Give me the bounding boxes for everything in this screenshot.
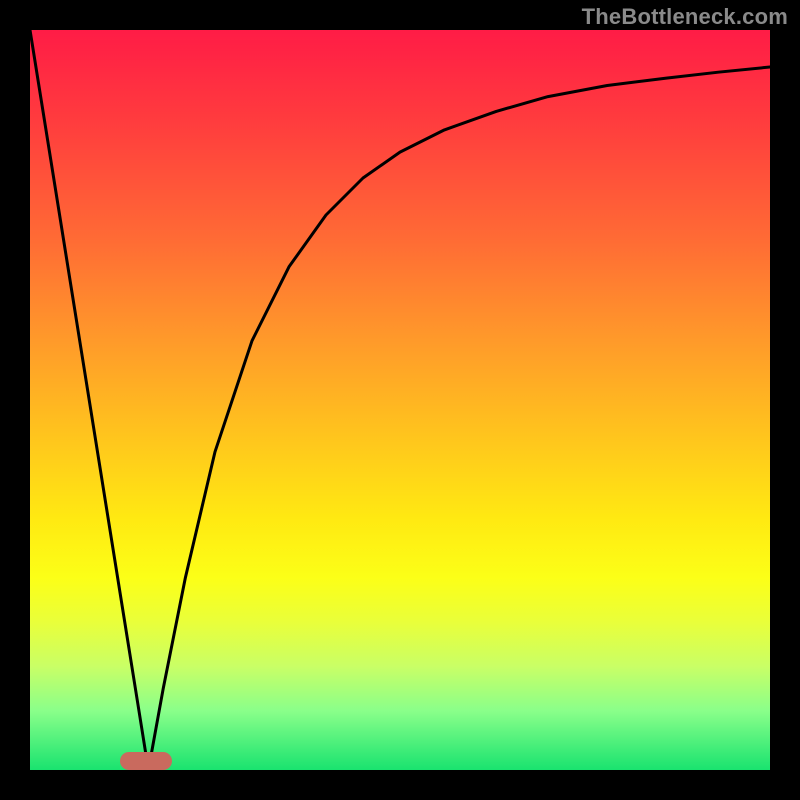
series-right-branch: [148, 67, 770, 770]
curve-layer: [30, 30, 770, 770]
minimum-marker: [120, 752, 172, 770]
watermark-text: TheBottleneck.com: [582, 4, 788, 30]
series-left-branch: [30, 30, 148, 770]
plot-area: [30, 30, 770, 770]
chart-stage: TheBottleneck.com: [0, 0, 800, 800]
